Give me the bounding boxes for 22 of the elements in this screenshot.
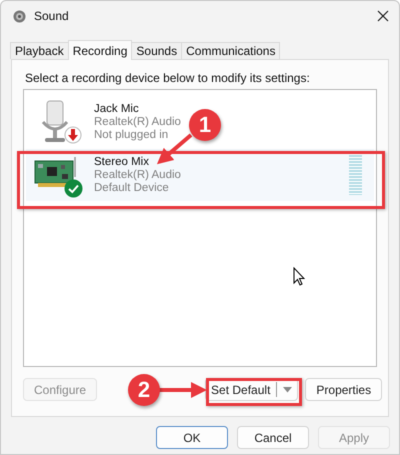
tab[interactable]: Communications [181, 42, 280, 59]
properties-button[interactable]: Properties [305, 378, 382, 401]
cancel-button[interactable]: Cancel [237, 426, 309, 449]
microphone-icon [40, 100, 70, 144]
close-icon[interactable] [377, 10, 389, 22]
level-meter [349, 155, 362, 195]
device-row[interactable]: Stereo Mix Realtek(R) Audio Default Device [26, 149, 374, 201]
instruction-text: Select a recording device below to modify its settings: [25, 71, 311, 87]
ok-button[interactable]: OK [156, 426, 228, 449]
device-driver: Realtek(R) Audio [94, 168, 181, 182]
window-title: Sound [34, 9, 70, 23]
tab[interactable]: Recording [68, 40, 132, 60]
callout-arrow [159, 382, 207, 398]
tab[interactable]: Playback [10, 42, 69, 59]
device-name: Jack Mic [94, 102, 140, 116]
device-driver: Realtek(R) Audio [94, 116, 181, 128]
speaker-icon [13, 10, 26, 22]
device-status: Not plugged in [94, 128, 170, 142]
device-name: Stereo Mix [94, 156, 150, 168]
device-row[interactable]: Jack Mic Realtek(R) Audio Not plugged in [26, 96, 181, 148]
mouse-pointer-icon [293, 267, 305, 286]
device-status: Default Device [94, 182, 170, 194]
